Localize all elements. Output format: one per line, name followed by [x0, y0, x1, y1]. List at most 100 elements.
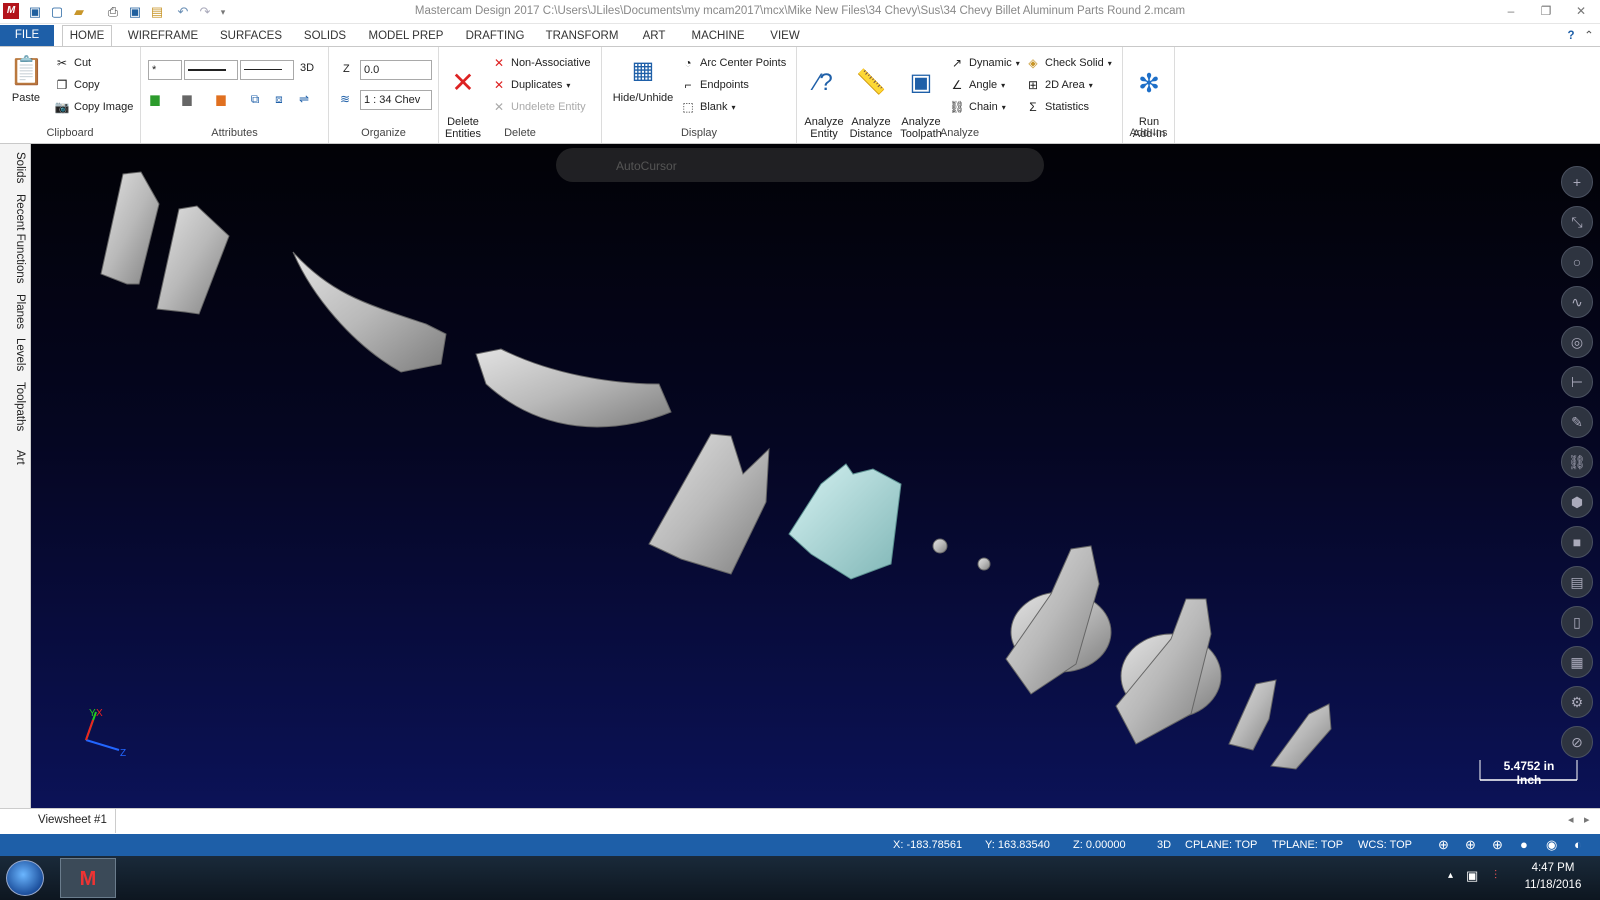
tab-view[interactable]: VIEW — [764, 27, 806, 46]
3d-mode-toggle[interactable]: 3D — [300, 62, 314, 74]
translucency-icon[interactable]: ◐ — [1574, 837, 1582, 852]
grid-icon[interactable]: ▦ — [1561, 646, 1593, 678]
set-all-icon[interactable]: ⧉ — [247, 91, 263, 107]
tab-solids[interactable]: SOLIDS — [300, 27, 350, 46]
undelete-entity-button[interactable]: ✕ Undelete Entity — [491, 99, 586, 115]
endpoints-button[interactable]: ⌐ Endpoints — [680, 77, 748, 93]
attribute-manager-icon[interactable]: ⇌ — [296, 91, 312, 107]
side-tab-recent-functions[interactable]: Recent Functions — [4, 194, 26, 284]
curve-icon[interactable]: ∿ — [1561, 286, 1593, 318]
z-depth-input[interactable]: 0.0 — [360, 60, 432, 80]
layers-icon[interactable]: ▤ — [1561, 566, 1593, 598]
tab-wireframe[interactable]: WIREFRAME — [124, 27, 202, 46]
clock-date[interactable]: 11/18/2016 — [1520, 879, 1586, 891]
chain-button[interactable]: ⛓ Chain ▾ — [949, 99, 1005, 115]
side-tab-art[interactable]: Art — [4, 450, 26, 465]
line-style-select[interactable] — [184, 60, 238, 80]
tab-file[interactable]: FILE — [0, 25, 54, 46]
section-view-icon[interactable]: ▯ — [1561, 606, 1593, 638]
tab-home[interactable]: HOME — [62, 25, 112, 47]
measure-icon[interactable]: ⊢ — [1561, 366, 1593, 398]
globe-icon[interactable]: ⊕ — [1438, 837, 1449, 853]
status-wcs[interactable]: WCS: TOP — [1358, 839, 1412, 851]
paste-button[interactable]: 📋 Paste — [6, 53, 46, 104]
part-mount-bracket-selected[interactable] — [788, 463, 902, 580]
tray-signal-icon[interactable]: ⫶ — [1494, 868, 1497, 883]
collapse-ribbon-icon[interactable]: ⌃ — [1582, 27, 1596, 46]
tab-drafting[interactable]: DRAFTING — [462, 27, 528, 46]
wireframe-color-icon[interactable]: ▆ — [147, 91, 163, 107]
status-cplane[interactable]: CPLANE: TOP — [1185, 839, 1257, 851]
surface-color-icon[interactable]: ▆ — [213, 91, 229, 107]
duplicates-button[interactable]: ✕ Duplicates ▾ — [491, 77, 570, 93]
side-tab-levels[interactable]: Levels — [4, 338, 26, 371]
levels-icon[interactable]: ≋ — [337, 91, 353, 107]
part-nuts[interactable] — [932, 538, 991, 571]
scroll-left-icon[interactable]: ◂ — [1568, 813, 1574, 826]
isometric-view-icon[interactable]: ◎ — [1561, 326, 1593, 358]
check-solid-button[interactable]: ◈ Check Solid ▾ — [1025, 55, 1111, 71]
shade-bright-icon[interactable]: ◉ — [1546, 837, 1557, 853]
link-icon[interactable]: ⛓ — [1561, 446, 1593, 478]
autocursor-toolbar[interactable]: AutoCursor — [556, 148, 1044, 182]
fit-icon[interactable]: ○ — [1561, 246, 1593, 278]
zoom-window-icon[interactable]: ⤡ — [1561, 206, 1593, 238]
z-depth-label: Z — [343, 63, 350, 75]
tray-network-icon[interactable]: ▣ — [1466, 868, 1478, 884]
part-mount-bracket[interactable] — [648, 433, 770, 575]
non-associative-button[interactable]: ✕ Non-Associative — [491, 55, 591, 71]
shade-icon[interactable]: ● — [1520, 837, 1528, 852]
status-3d-mode[interactable]: 3D — [1157, 839, 1171, 851]
zoom-in-icon[interactable]: + — [1561, 166, 1593, 198]
help-icon[interactable]: ? — [1562, 27, 1580, 46]
solid-color-icon[interactable]: ▆ — [179, 91, 195, 107]
hide-unhide-button[interactable]: ▦ Hide/Unhide — [608, 53, 678, 104]
clock-time[interactable]: 4:47 PM — [1520, 862, 1586, 874]
solid-view-icon[interactable]: ⬢ — [1561, 486, 1593, 518]
part-round-plate-1[interactable] — [1005, 545, 1112, 695]
blank-button[interactable]: ⬚ Blank ▾ — [680, 99, 735, 115]
tab-machine[interactable]: MACHINE — [688, 27, 748, 46]
part-upper-arm-pair[interactable] — [100, 171, 230, 315]
status-tplane[interactable]: TPLANE: TOP — [1272, 839, 1343, 851]
globe-icon-2[interactable]: ⊕ — [1465, 837, 1476, 853]
line-width-select[interactable] — [240, 60, 294, 80]
tab-surfaces[interactable]: SURFACES — [218, 27, 284, 46]
2d-area-button[interactable]: ⊞ 2D Area ▾ — [1025, 77, 1093, 93]
side-tab-solids[interactable]: Solids — [4, 152, 26, 183]
tab-art[interactable]: ART — [636, 27, 672, 46]
copy-image-button[interactable]: 📷 Copy Image — [54, 99, 134, 115]
point-style-select[interactable]: * — [148, 60, 182, 80]
arc-center-points-button[interactable]: ◔ Arc Center Points — [680, 55, 786, 71]
side-tab-planes[interactable]: Planes — [4, 294, 26, 329]
part-curved-bracket-1[interactable] — [292, 251, 447, 373]
part-curved-bracket-2[interactable] — [475, 348, 672, 428]
scroll-right-icon[interactable]: ▸ — [1584, 813, 1590, 826]
angle-button[interactable]: ∠ Angle ▾ — [949, 77, 1006, 93]
dynamic-button[interactable]: ↗ Dynamic ▾ — [949, 55, 1020, 71]
pencil-icon[interactable]: ✎ — [1561, 406, 1593, 438]
level-select[interactable]: 1 : 34 Chev — [360, 90, 432, 110]
copy-button[interactable]: ❐ Copy — [54, 77, 100, 93]
part-small-links[interactable] — [1228, 679, 1332, 770]
blank-icon: ⬚ — [682, 100, 694, 114]
statistics-button[interactable]: Σ Statistics — [1025, 99, 1089, 115]
close-button[interactable]: ✕ — [1570, 3, 1592, 19]
tab-transform[interactable]: TRANSFORM — [544, 27, 620, 46]
tray-arrow-icon[interactable]: ▴ — [1448, 870, 1453, 881]
tab-model-prep[interactable]: MODEL PREP — [366, 27, 446, 46]
restore-button[interactable]: ❐ — [1535, 3, 1557, 19]
cube-icon[interactable]: ■ — [1561, 526, 1593, 558]
cut-button[interactable]: ✂ Cut — [54, 55, 91, 71]
settings-icon[interactable]: ⚙ — [1561, 686, 1593, 718]
globe-icon-3[interactable]: ⊕ — [1492, 837, 1503, 853]
graphics-viewport[interactable]: AutoCursor Y X Z 5.4752 in Inch + ⤡ ○ ∿ … — [31, 144, 1600, 808]
viewsheet-tab[interactable]: Viewsheet #1 — [30, 809, 116, 833]
part-round-plate-2[interactable] — [1115, 598, 1222, 745]
side-tab-toolpaths[interactable]: Toolpaths — [4, 382, 26, 431]
minimize-button[interactable]: – — [1500, 3, 1522, 19]
start-button-icon[interactable] — [6, 860, 44, 896]
clear-colors-icon[interactable]: ⧈ — [271, 91, 287, 107]
cancel-icon[interactable]: ⊘ — [1561, 726, 1593, 758]
mastercam-taskbar-icon[interactable]: M — [60, 858, 116, 898]
